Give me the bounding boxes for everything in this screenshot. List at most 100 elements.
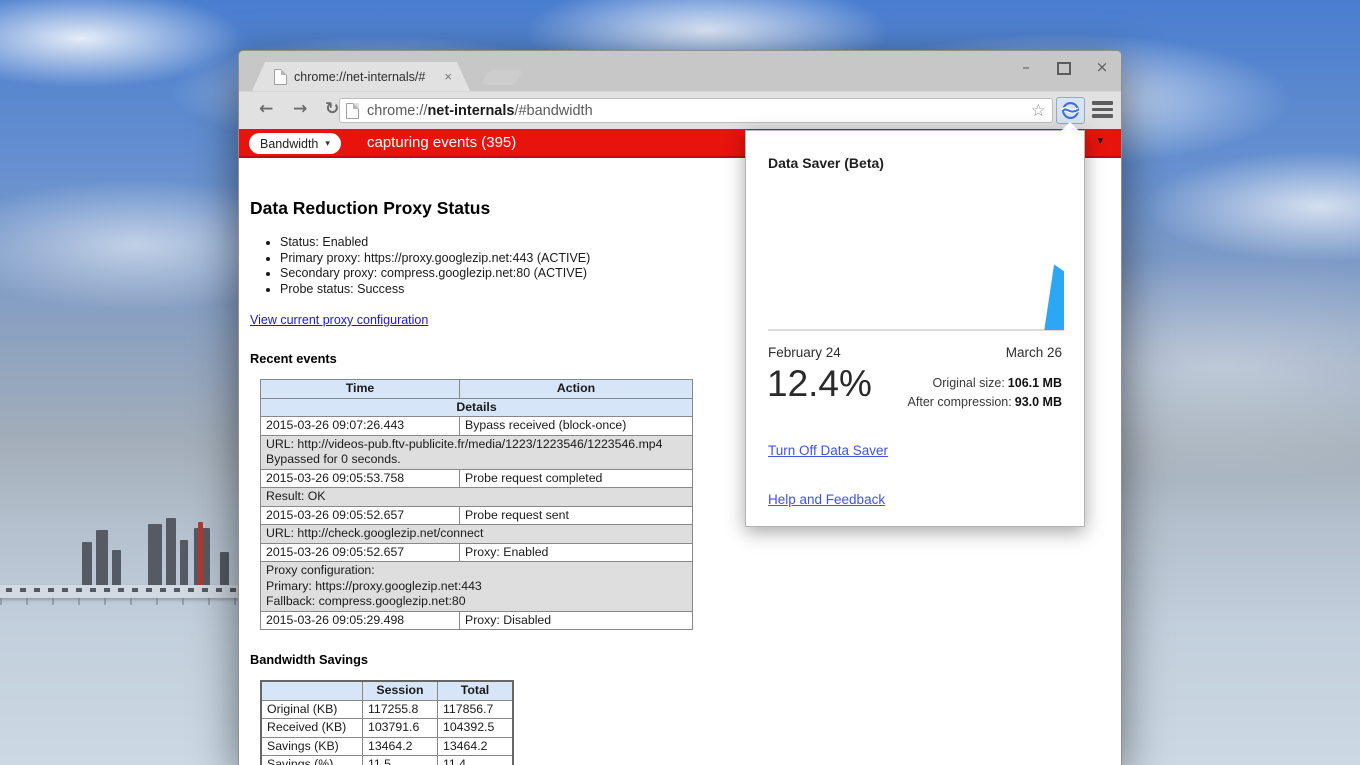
back-button[interactable]: ← — [259, 99, 273, 119]
events-column-header: Action — [460, 380, 693, 399]
savings-column-header: Total — [438, 681, 514, 700]
event-category-select[interactable]: Bandwidth ▾ — [249, 133, 341, 154]
url-text: chrome://net-internals/#bandwidth — [367, 103, 1031, 119]
tab-close-button[interactable]: × — [444, 69, 452, 84]
event-time-cell: 2015-03-26 09:07:26.443 — [261, 417, 460, 436]
original-size-label: Original size: — [933, 376, 1005, 390]
savings-cell: Received (KB) — [261, 719, 363, 738]
event-detail-cell: URL: http://videos-pub.ftv-publicite.fr/… — [261, 435, 693, 469]
compressed-size-row: After compression:93.0 MB — [908, 393, 1062, 412]
turn-off-data-saver-link[interactable]: Turn Off Data Saver — [768, 443, 888, 458]
reload-button[interactable]: ↻ — [325, 99, 339, 119]
menu-icon[interactable] — [1092, 101, 1113, 121]
compressed-size-label: After compression: — [908, 395, 1012, 409]
event-row: 2015-03-26 09:05:52.657Proxy: Enabled — [261, 543, 693, 562]
new-tab-button[interactable] — [481, 70, 523, 85]
event-action-cell: Probe request sent — [460, 506, 693, 525]
savings-cell: 103791.6 — [363, 719, 438, 738]
usage-chart — [768, 259, 1064, 332]
tab-net-internals[interactable]: chrome://net-internals/# × — [252, 62, 470, 91]
savings-cell: 117255.8 — [363, 700, 438, 719]
original-size-value: 106.1 MB — [1008, 376, 1062, 390]
tab-title: chrome://net-internals/# — [294, 70, 440, 84]
event-action-cell: Bypass received (block-once) — [460, 417, 693, 436]
savings-cell: 11.5 — [363, 756, 438, 765]
minimize-button[interactable]: – — [1017, 59, 1035, 77]
original-size-row: Original size:106.1 MB — [908, 374, 1062, 393]
event-row: 2015-03-26 09:05:53.758Probe request com… — [261, 469, 693, 488]
event-detail-row: Result: OK — [261, 488, 693, 507]
chevron-down-icon: ▾ — [325, 138, 330, 149]
popup-notch-icon — [1061, 122, 1079, 131]
savings-cell: 13464.2 — [363, 737, 438, 756]
event-action-cell: Proxy: Disabled — [460, 611, 693, 630]
events-header-row: TimeAction — [261, 380, 693, 399]
event-detail-cell: URL: http://check.googlezip.net/connect — [261, 525, 693, 544]
event-time-cell: 2015-03-26 09:05:52.657 — [261, 506, 460, 525]
tab-strip: chrome://net-internals/# × – × — [239, 51, 1121, 91]
events-table: TimeActionDetails 2015-03-26 09:07:26.44… — [260, 379, 693, 630]
savings-cell: Savings (%) — [261, 756, 363, 765]
event-time-cell: 2015-03-26 09:05:53.758 — [261, 469, 460, 488]
data-saver-icon — [1061, 101, 1080, 120]
savings-column-header: Session — [363, 681, 438, 700]
savings-cell: Original (KB) — [261, 700, 363, 719]
size-stats: Original size:106.1 MB After compression… — [908, 374, 1062, 411]
event-action-cell: Proxy: Enabled — [460, 543, 693, 562]
savings-cell: Savings (KB) — [261, 737, 363, 756]
event-detail-row: Proxy configuration:Primary: https://pro… — [261, 562, 693, 612]
savings-cell: 104392.5 — [438, 719, 514, 738]
details-header: Details — [261, 398, 693, 417]
savings-table-body: Original (KB)117255.8117856.7Received (K… — [261, 700, 513, 765]
tab-favicon-icon — [274, 69, 287, 85]
event-detail-row: URL: http://check.googlezip.net/connect — [261, 525, 693, 544]
help-feedback-link[interactable]: Help and Feedback — [768, 492, 885, 507]
popup-title: Data Saver (Beta) — [768, 155, 884, 171]
capture-bar-caret-icon[interactable]: ▾ — [1097, 134, 1103, 147]
savings-row: Original (KB)117255.8117856.7 — [261, 700, 513, 719]
bandwidth-savings-heading: Bandwidth Savings — [250, 652, 1121, 667]
data-saver-extension-button[interactable] — [1056, 97, 1085, 124]
chart-end-date: March 26 — [1006, 345, 1062, 360]
event-row: 2015-03-26 09:05:29.498Proxy: Disabled — [261, 611, 693, 630]
event-time-cell: 2015-03-26 09:05:29.498 — [261, 611, 460, 630]
url-scheme: chrome:// — [367, 103, 427, 119]
events-subheader-row: Details — [261, 398, 693, 417]
events-table-body: 2015-03-26 09:07:26.443Bypass received (… — [261, 417, 693, 630]
savings-row: Received (KB)103791.6104392.5 — [261, 719, 513, 738]
pier — [0, 585, 242, 598]
window-controls: – × — [1017, 59, 1111, 77]
address-bar[interactable]: chrome://net-internals/#bandwidth ☆ — [339, 98, 1053, 123]
event-detail-cell: Result: OK — [261, 488, 693, 507]
capturing-status: capturing events (395) — [367, 129, 516, 156]
maximize-icon — [1057, 62, 1071, 75]
close-button[interactable]: × — [1093, 59, 1111, 77]
compressed-size-value: 93.0 MB — [1015, 395, 1062, 409]
forward-button[interactable]: → — [293, 99, 307, 119]
events-table-head: TimeActionDetails — [261, 380, 693, 417]
savings-cell: 13464.2 — [438, 737, 514, 756]
bookmark-star-icon[interactable]: ☆ — [1031, 101, 1046, 121]
data-saver-popup: Data Saver (Beta) February 24 March 26 1… — [745, 130, 1085, 527]
maximize-button[interactable] — [1055, 59, 1073, 77]
toolbar: ← → ↻ chrome://net-internals/#bandwidth … — [239, 91, 1121, 129]
events-column-header: Time — [261, 380, 460, 399]
event-time-cell: 2015-03-26 09:05:52.657 — [261, 543, 460, 562]
event-row: 2015-03-26 09:07:26.443Bypass received (… — [261, 417, 693, 436]
event-detail-row: URL: http://videos-pub.ftv-publicite.fr/… — [261, 435, 693, 469]
savings-row: Savings (KB)13464.213464.2 — [261, 737, 513, 756]
page-icon — [346, 103, 359, 119]
chart-date-range: February 24 March 26 — [768, 345, 1062, 360]
event-action-cell: Probe request completed — [460, 469, 693, 488]
url-fragment: /#bandwidth — [514, 103, 592, 119]
event-detail-cell: Proxy configuration:Primary: https://pro… — [261, 562, 693, 612]
view-proxy-config-link[interactable]: View current proxy configuration — [250, 313, 428, 327]
savings-cell: 11.4 — [438, 756, 514, 765]
savings-cell: 117856.7 — [438, 700, 514, 719]
savings-table: SessionTotal Original (KB)117255.8117856… — [260, 680, 514, 765]
savings-row: Savings (%)11.511.4 — [261, 756, 513, 765]
savings-table-head: SessionTotal — [261, 681, 513, 700]
chart-start-date: February 24 — [768, 345, 841, 360]
event-category-label: Bandwidth — [260, 137, 318, 151]
city-skyline — [70, 518, 265, 590]
